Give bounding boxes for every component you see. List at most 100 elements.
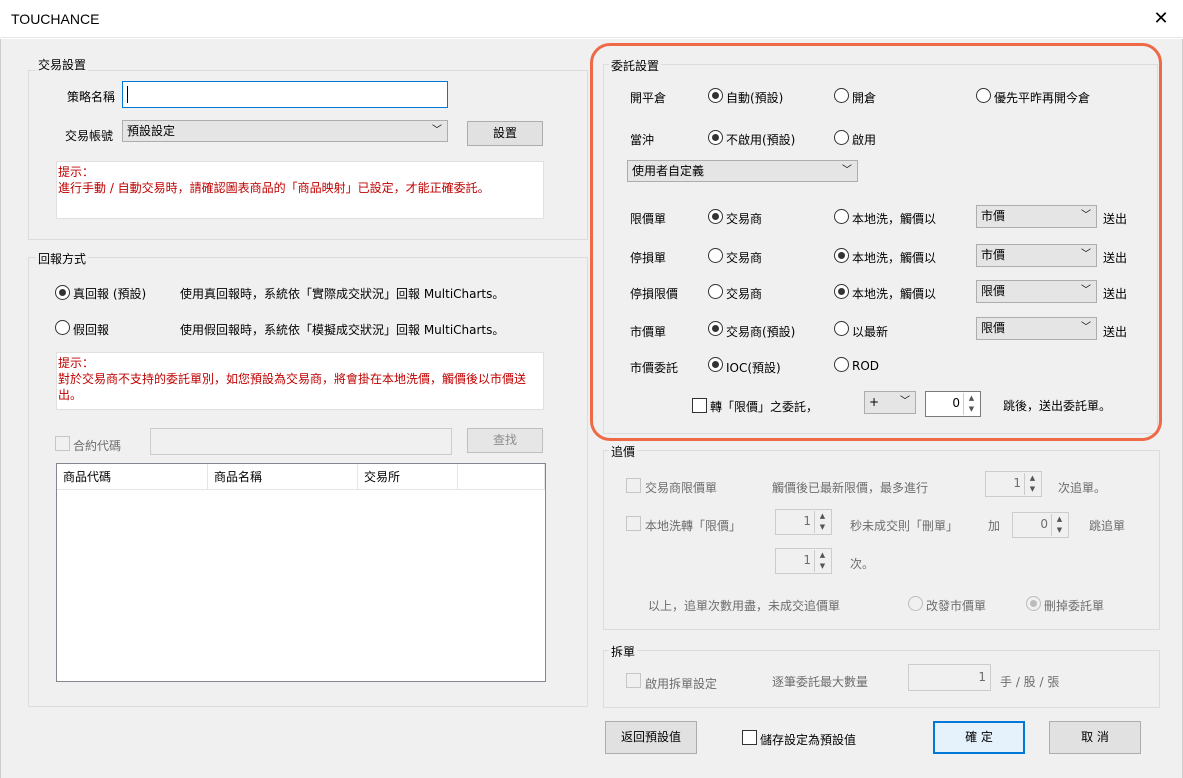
- stop-limit-local-label: 本地洗，觸價以: [852, 287, 937, 301]
- market-latest-radio[interactable]: [834, 321, 849, 336]
- times-suffix: 次。: [850, 557, 875, 571]
- send-market-radio[interactable]: [908, 596, 923, 611]
- limit-price-select-value: 市價: [981, 209, 1006, 223]
- market-broker-label: 交易商(預設): [726, 325, 796, 339]
- delete-order-label: 刪掉委託單: [1044, 599, 1105, 613]
- spinner-arrows-icon[interactable]: ▲ ▼: [1024, 473, 1040, 495]
- column-header-code[interactable]: 商品代碼: [57, 464, 208, 490]
- product-list[interactable]: 商品代碼 商品名稱 交易所: [56, 463, 546, 682]
- column-header-empty[interactable]: [458, 464, 545, 490]
- local-limit-checkbox[interactable]: [626, 516, 641, 531]
- chevron-down-icon: ﹀: [900, 396, 910, 407]
- stop-local-label: 本地洗，觸價以: [852, 251, 937, 265]
- spinner-arrows-icon[interactable]: ▲ ▼: [963, 393, 979, 415]
- reset-defaults-button[interactable]: 返回預設值: [605, 721, 697, 754]
- account-label: 交易帳號: [65, 129, 114, 143]
- stop-broker-radio[interactable]: [708, 248, 723, 263]
- stop-limit-price-select[interactable]: 限價 ﹀: [976, 280, 1097, 303]
- add-ticks-spinner[interactable]: 0 ▲ ▼: [1012, 512, 1069, 538]
- save-default-label: 儲存設定為預設值: [760, 733, 857, 747]
- cancel-button[interactable]: 取 消: [1049, 721, 1141, 754]
- delete-order-radio[interactable]: [1026, 596, 1041, 611]
- rod-radio[interactable]: [834, 357, 849, 372]
- split-unit-label: 手 / 股 / 張: [1000, 675, 1060, 689]
- stop-local-radio[interactable]: [834, 248, 849, 263]
- fake-report-desc: 使用假回報時，系統依「模擬成交狀況」回報 MultiCharts。: [180, 323, 505, 337]
- rod-label: ROD: [852, 359, 880, 373]
- close-icon[interactable]: ✕: [1150, 8, 1172, 30]
- convert-limit-checkbox[interactable]: [692, 398, 707, 413]
- open-close-auto-radio[interactable]: [708, 88, 723, 103]
- stop-limit-price-select-value: 限價: [981, 284, 1006, 298]
- market-latest-label: 以最新: [852, 325, 889, 339]
- ok-button[interactable]: 確 定: [933, 721, 1025, 754]
- spinner-arrows-icon[interactable]: ▲ ▼: [1051, 514, 1067, 536]
- account-select[interactable]: 預設設定 ﹀: [122, 120, 448, 142]
- split-max-input[interactable]: 1: [908, 664, 991, 691]
- daytrade-on-radio[interactable]: [834, 130, 849, 145]
- chase-legend: 追價: [609, 443, 638, 460]
- stop-limit-broker-label: 交易商: [726, 287, 763, 301]
- market-broker-radio[interactable]: [708, 321, 723, 336]
- open-close-open-radio[interactable]: [834, 88, 849, 103]
- contract-code-checkbox[interactable]: [55, 436, 70, 451]
- text-cursor: [127, 86, 128, 103]
- stop-limit-label: 停損限價: [630, 287, 679, 301]
- broker-limit-checkbox[interactable]: [626, 478, 641, 493]
- market-commission-label: 市價委託: [630, 361, 679, 375]
- contract-code-input[interactable]: [150, 428, 452, 455]
- custom-select-value: 使用者自定義: [632, 164, 705, 178]
- custom-select[interactable]: 使用者自定義 ﹀: [627, 160, 858, 182]
- spinner-arrows-icon[interactable]: ▲ ▼: [814, 511, 830, 533]
- open-close-priority-label: 優先平昨再開今倉: [994, 91, 1091, 105]
- stop-price-select-value: 市價: [981, 248, 1006, 262]
- column-header-name[interactable]: 商品名稱: [208, 464, 358, 490]
- stop-order-label: 停損單: [630, 251, 667, 265]
- chevron-down-icon: ﹀: [1081, 322, 1091, 333]
- daytrade-on-label: 啟用: [852, 133, 877, 147]
- search-button[interactable]: 查找: [467, 428, 543, 453]
- local-secs-value: 1: [803, 514, 811, 528]
- split-enable-checkbox[interactable]: [626, 673, 641, 688]
- limit-broker-radio[interactable]: [708, 209, 723, 224]
- real-report-desc: 使用真回報時，系統依「實際成交狀況」回報 MultiCharts。: [180, 287, 505, 301]
- times-value: 1: [803, 553, 811, 567]
- split-enable-label: 啟用拆單設定: [645, 677, 718, 691]
- stop-price-select[interactable]: 市價 ﹀: [976, 244, 1097, 267]
- trade-settings-legend: 交易設置: [36, 56, 89, 73]
- column-header-exchange[interactable]: 交易所: [358, 464, 458, 490]
- limit-broker-label: 交易商: [726, 212, 763, 226]
- times-spinner[interactable]: 1 ▲ ▼: [775, 548, 832, 574]
- send-market-label: 改發市價單: [926, 599, 987, 613]
- real-report-radio[interactable]: [55, 285, 70, 300]
- open-close-priority-radio[interactable]: [976, 88, 991, 103]
- spinner-arrows-icon[interactable]: ▲ ▼: [814, 550, 830, 572]
- exhausted-label: 以上，追單次數用盡，未成交追價單: [648, 599, 841, 613]
- open-close-label: 開平倉: [630, 91, 667, 105]
- ioc-radio[interactable]: [708, 357, 723, 372]
- daytrade-off-radio[interactable]: [708, 130, 723, 145]
- local-limit-label: 本地洗轉「限價」: [645, 519, 742, 533]
- sign-select-value: +: [869, 395, 880, 409]
- market-price-select[interactable]: 限價 ﹀: [976, 317, 1097, 340]
- convert-ticks-spinner[interactable]: 0 ▲ ▼: [925, 391, 981, 417]
- local-secs-spinner[interactable]: 1 ▲ ▼: [775, 509, 832, 535]
- stop-limit-broker-radio[interactable]: [708, 284, 723, 299]
- save-default-checkbox[interactable]: [742, 730, 757, 745]
- broker-count-spinner[interactable]: 1 ▲ ▼: [985, 471, 1042, 497]
- daytrade-off-label: 不啟用(預設): [726, 133, 796, 147]
- limit-order-label: 限價單: [630, 212, 667, 226]
- fake-report-radio[interactable]: [55, 320, 70, 335]
- ioc-label: IOC(預設): [726, 361, 781, 375]
- strategy-name-label: 策略名稱: [67, 90, 116, 104]
- limit-send-label: 送出: [1103, 212, 1128, 226]
- strategy-name-input[interactable]: [122, 81, 448, 108]
- stop-limit-local-radio[interactable]: [834, 284, 849, 299]
- open-close-open-label: 開倉: [852, 91, 877, 105]
- limit-local-radio[interactable]: [834, 209, 849, 224]
- limit-price-select[interactable]: 市價 ﹀: [976, 205, 1097, 228]
- stop-send-label: 送出: [1103, 251, 1128, 265]
- sign-select[interactable]: + ﹀: [864, 391, 916, 414]
- settings-button[interactable]: 設置: [467, 121, 543, 146]
- chevron-down-icon: ﹀: [432, 125, 442, 136]
